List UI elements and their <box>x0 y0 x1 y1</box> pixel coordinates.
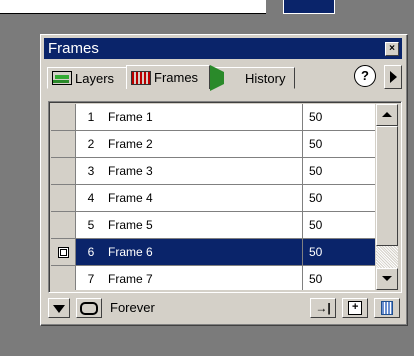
scroll-down-icon[interactable] <box>376 268 398 290</box>
add-frame-icon: + <box>348 301 362 315</box>
frame-delay[interactable]: 50 <box>303 185 375 211</box>
frames-panel: Frames × Layers Frames History ? 1 Frame… <box>40 34 408 326</box>
frame-name[interactable]: Frame 1 <box>102 104 303 130</box>
trash-icon <box>381 301 393 315</box>
frame-select-cell[interactable] <box>51 185 76 211</box>
frame-select-cell[interactable] <box>51 158 76 184</box>
loop-icon <box>80 301 98 315</box>
scroll-thumb[interactable] <box>376 126 398 246</box>
frame-select-cell[interactable] <box>51 266 76 290</box>
frame-name[interactable]: Frame 5 <box>102 212 303 238</box>
frame-number: 5 <box>76 212 102 238</box>
background-app-strip <box>0 0 414 22</box>
frame-select-cell[interactable] <box>51 131 76 157</box>
frame-row[interactable]: 7 Frame 7 50 <box>51 266 375 290</box>
background-field <box>0 0 266 14</box>
history-icon <box>210 65 242 91</box>
loop-setting-label: Forever <box>110 300 155 315</box>
frame-number: 6 <box>76 239 102 265</box>
frames-icon <box>131 70 151 85</box>
delete-frame-button[interactable] <box>374 298 400 318</box>
tab-frames-label: Frames <box>154 70 199 85</box>
tab-layers-label: Layers <box>75 70 115 86</box>
frame-row[interactable]: 3 Frame 3 50 <box>51 158 375 185</box>
frame-row-selected[interactable]: 6 Frame 6 50 <box>51 239 375 266</box>
frame-row[interactable]: 2 Frame 2 50 <box>51 131 375 158</box>
frame-delay[interactable]: 50 <box>303 212 375 238</box>
frame-name[interactable]: Frame 4 <box>102 185 303 211</box>
panel-titlebar[interactable]: Frames × <box>44 38 402 59</box>
frame-number: 4 <box>76 185 102 211</box>
onion-skin-button[interactable] <box>48 298 70 318</box>
frames-footer: Forever →| + <box>48 296 400 320</box>
close-icon[interactable]: × <box>385 42 399 56</box>
tab-layers[interactable]: Layers <box>47 67 131 89</box>
panel-menu-arrow-icon[interactable] <box>384 65 402 89</box>
frame-row[interactable]: 4 Frame 4 50 <box>51 185 375 212</box>
frame-row[interactable]: 1 Frame 1 50 <box>51 104 375 131</box>
frame-number: 1 <box>76 104 102 130</box>
tab-frames[interactable]: Frames <box>126 65 210 89</box>
frame-name[interactable]: Frame 3 <box>102 158 303 184</box>
frame-select-cell[interactable] <box>51 212 76 238</box>
frame-name[interactable]: Frame 6 <box>102 239 303 265</box>
background-tab <box>283 0 335 14</box>
frames-rows: 1 Frame 1 50 2 Frame 2 50 3 Frame 3 50 4… <box>51 104 375 290</box>
panel-title: Frames <box>48 40 99 57</box>
panel-tabs: Layers Frames History ? <box>47 65 402 91</box>
loop-button[interactable] <box>76 298 102 318</box>
frame-delay[interactable]: 50 <box>303 266 375 290</box>
frame-select-cell[interactable] <box>51 104 76 130</box>
frame-delay[interactable]: 50 <box>303 104 375 130</box>
frame-delay[interactable]: 50 <box>303 239 375 265</box>
onion-skin-icon <box>57 246 69 258</box>
frame-row[interactable]: 5 Frame 5 50 <box>51 212 375 239</box>
frame-delay[interactable]: 50 <box>303 158 375 184</box>
frame-number: 7 <box>76 266 102 290</box>
frame-number: 2 <box>76 131 102 157</box>
frames-list: 1 Frame 1 50 2 Frame 2 50 3 Frame 3 50 4… <box>48 101 402 293</box>
help-icon[interactable]: ? <box>354 65 376 87</box>
layers-icon <box>52 71 72 85</box>
distribute-to-frames-icon: →| <box>315 301 331 315</box>
frame-select-cell[interactable] <box>51 239 76 265</box>
frames-scrollbar[interactable] <box>376 104 398 290</box>
tab-history[interactable]: History <box>205 65 295 91</box>
add-frame-button[interactable]: + <box>342 298 368 318</box>
frame-name[interactable]: Frame 2 <box>102 131 303 157</box>
frame-name[interactable]: Frame 7 <box>102 266 303 290</box>
distribute-to-frames-button[interactable]: →| <box>310 298 336 318</box>
scroll-up-icon[interactable] <box>376 104 398 126</box>
frame-number: 3 <box>76 158 102 184</box>
onion-skin-toggle-icon <box>53 305 65 313</box>
frame-delay[interactable]: 50 <box>303 131 375 157</box>
tab-history-label: History <box>245 70 286 86</box>
